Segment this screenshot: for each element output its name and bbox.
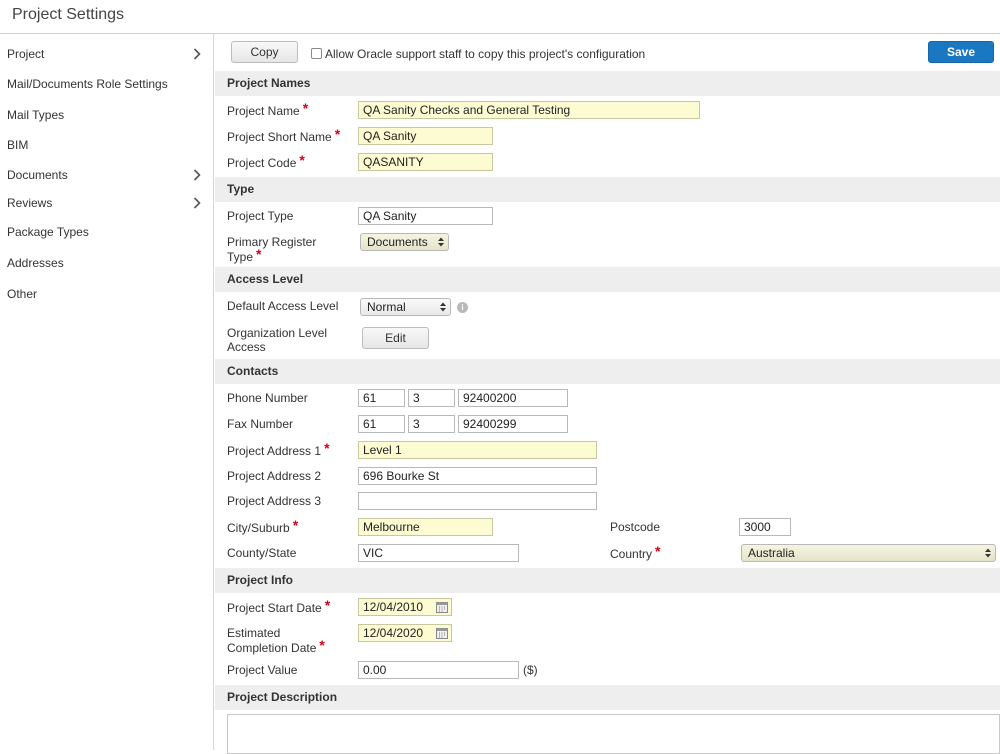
project-description-textarea[interactable] [227,714,1000,754]
sidebar-item-package-types[interactable]: Package Types [0,219,213,245]
sidebar-item-label: Mail/Documents Role Settings [7,77,168,91]
project-start-date-input[interactable]: 12/04/2010 [358,598,452,616]
sidebar-item-project[interactable]: Project [0,41,213,67]
estimated-completion-date-label: Estimated Completion Date * [227,626,325,655]
sidebar-item-label: Package Types [7,225,89,239]
chevron-right-icon [191,162,205,188]
phone-area-code-input[interactable]: 3 [408,389,455,407]
required-marker: * [319,637,325,653]
section-header-project-description: Project Description [215,685,1000,710]
project-short-name-label: Project Short Name * [227,126,341,144]
fax-area-code-input[interactable]: 3 [408,415,455,433]
required-marker: * [302,100,309,116]
section-header-project-names: Project Names [215,71,1000,96]
sidebar-item-documents[interactable]: Documents [0,162,213,188]
chevron-right-icon [191,41,205,67]
select-arrows-icon [985,548,991,558]
select-arrows-icon [440,302,446,312]
sidebar-item-label: Documents [7,168,68,182]
allow-copy-checkbox[interactable] [311,48,322,59]
project-address-3-input[interactable] [358,492,597,510]
project-address-2-input[interactable]: 696 Bourke St [358,467,597,485]
estimated-completion-date-input[interactable]: 12/04/2020 [358,624,452,642]
postcode-input[interactable]: 3000 [739,518,791,536]
county-state-label: County/State [227,546,297,560]
select-arrows-icon [438,237,444,247]
fax-number-input[interactable]: 92400299 [458,415,568,433]
project-type-label: Project Type [227,209,294,223]
required-marker: * [324,597,331,613]
project-value-label: Project Value [227,663,298,677]
project-address-3-label: Project Address 3 [227,494,322,508]
section-header-access-level: Access Level [215,267,1000,292]
sidebar-item-label: Other [7,287,38,301]
save-button[interactable]: Save [928,41,994,63]
phone-number-input[interactable]: 92400200 [458,389,568,407]
sidebar-item-label: Addresses [7,256,64,270]
phone-country-code-input[interactable]: 61 [358,389,405,407]
copy-button[interactable]: Copy [231,41,298,63]
postcode-label: Postcode [610,520,661,534]
calendar-icon [436,628,448,639]
required-marker: * [655,543,661,559]
project-code-label: Project Code * [227,152,305,170]
required-marker: * [256,246,262,262]
project-code-input[interactable]: QASANITY [358,153,493,171]
project-start-date-label: Project Start Date * [227,597,331,615]
default-access-level-label: Default Access Level [227,299,339,313]
section-header-type: Type [215,177,1000,202]
project-address-1-label: Project Address 1 * [227,440,330,458]
phone-number-label: Phone Number [227,391,308,405]
sidebar-item-other[interactable]: Other [0,281,213,307]
sidebar-item-mail-documents-role-settings[interactable]: Mail/Documents Role Settings [0,71,213,97]
project-value-input[interactable]: 0.00 [358,661,519,679]
section-header-contacts: Contacts [215,359,1000,384]
allow-copy-label: Allow Oracle support staff to copy this … [325,47,646,61]
city-suburb-label: City/Suburb * [227,517,299,535]
sidebar-item-label: BIM [7,138,29,152]
fax-country-code-input[interactable]: 61 [358,415,405,433]
sidebar-item-label: Reviews [7,196,53,210]
primary-register-type-label: Primary Register Type * [227,235,317,264]
country-label: Country * [610,543,661,561]
required-marker: * [292,517,299,533]
required-marker: * [299,152,305,168]
sidebar-item-reviews[interactable]: Reviews [0,190,213,216]
default-access-level-select[interactable]: Normal [360,298,451,316]
project-name-label: Project Name * [227,100,309,118]
sidebar-item-addresses[interactable]: Addresses [0,250,213,276]
section-header-project-info: Project Info [215,568,1000,593]
required-marker: * [334,126,341,142]
sidebar-item-label: Mail Types [7,108,65,122]
project-value-unit: ($) [523,663,538,677]
project-address-2-label: Project Address 2 [227,469,322,483]
edit-organization-access-button[interactable]: Edit [362,327,429,349]
project-name-input[interactable]: QA Sanity Checks and General Testing [358,101,700,119]
project-address-1-input[interactable]: Level 1 [358,441,597,459]
calendar-icon [436,602,448,613]
city-suburb-input[interactable]: Melbourne [358,518,493,536]
primary-register-type-select[interactable]: Documents [360,233,449,251]
project-short-name-input[interactable]: QA Sanity [358,127,493,145]
organization-level-access-label: Organization Level Access [227,326,328,354]
title-bar [0,0,1000,34]
country-select[interactable]: Australia [741,544,996,562]
county-state-input[interactable]: VIC [358,544,519,562]
required-marker: * [324,440,330,456]
fax-number-label: Fax Number [227,417,294,431]
chevron-right-icon [191,190,205,216]
sidebar-item-mail-types[interactable]: Mail Types [0,102,213,128]
page-title: Project Settings [12,6,125,23]
sidebar-item-bim[interactable]: BIM [0,132,213,158]
info-icon[interactable]: i [457,302,468,313]
project-type-input[interactable]: QA Sanity [358,207,493,225]
sidebar-item-label: Project [7,47,45,61]
